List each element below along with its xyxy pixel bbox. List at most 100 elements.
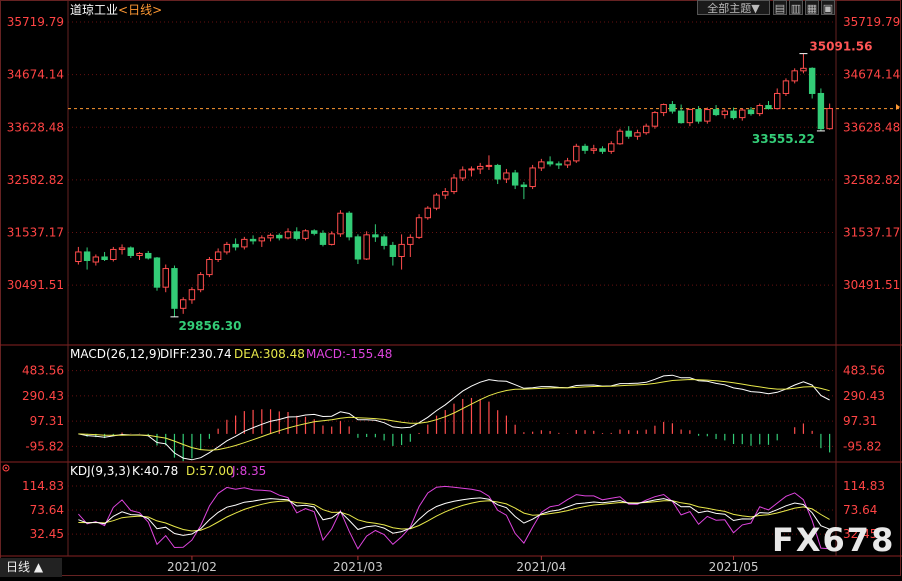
- theme-select-button[interactable]: 全部主题▼: [697, 0, 770, 15]
- kdj-title: KDJ(9,3,3): [70, 464, 131, 478]
- macd-diff-value: DIFF:230.74: [160, 347, 232, 361]
- candle: [197, 274, 204, 291]
- kdj-tick-left: 73.64: [30, 503, 64, 517]
- candle: [791, 70, 798, 82]
- price-tick-right: 35719.79: [843, 15, 900, 29]
- candle: [808, 67, 816, 94]
- candle: [363, 234, 370, 260]
- candle: [590, 148, 597, 151]
- candle: [555, 163, 563, 166]
- candle: [302, 230, 309, 239]
- candle: [817, 92, 825, 130]
- candle: [83, 251, 91, 262]
- candle: [712, 109, 720, 116]
- price-tick-left: 30491.51: [7, 278, 64, 292]
- candle: [747, 109, 755, 115]
- candle: [214, 251, 222, 260]
- candle: [372, 234, 379, 238]
- kdj-tick-left: 114.83: [22, 479, 64, 493]
- price-pointer-icon: [896, 104, 900, 110]
- x-tick-label: 2021/02: [167, 560, 217, 574]
- candle: [284, 231, 292, 239]
- price-tick-right: 31537.17: [843, 225, 900, 239]
- kdj-d-value: D:57.00: [186, 464, 234, 478]
- candle: [75, 251, 82, 263]
- candle: [686, 109, 694, 124]
- candle: [276, 234, 283, 239]
- candle: [695, 109, 702, 122]
- chart-title: 道琼工业<日线>: [70, 1, 162, 18]
- candle: [153, 257, 161, 288]
- candle: [354, 236, 362, 260]
- candle: [538, 161, 545, 169]
- price-tick-left: 35719.79: [7, 15, 64, 29]
- candle: [337, 212, 344, 235]
- candle: [642, 125, 650, 134]
- macd-tick-left: 290.43: [22, 389, 64, 403]
- candle: [293, 231, 300, 239]
- candle: [398, 243, 405, 257]
- candle: [241, 238, 248, 248]
- candle: [319, 232, 327, 245]
- candle: [328, 233, 335, 245]
- layout-icon[interactable]: ▣: [821, 0, 835, 15]
- candle: [529, 167, 536, 188]
- candle: [625, 130, 632, 137]
- price-tick-left: 34674.14: [7, 68, 64, 82]
- candle: [730, 110, 737, 119]
- fullscreen-icon[interactable]: ▦: [805, 0, 819, 15]
- candle: [468, 168, 475, 171]
- kdj-d-line: [78, 500, 830, 532]
- candle: [800, 67, 807, 72]
- candle: [407, 236, 414, 245]
- kdj-tick-right: 73.64: [843, 503, 877, 517]
- candle: [101, 256, 108, 260]
- candle: [826, 108, 833, 130]
- candle: [136, 252, 143, 256]
- candle: [634, 132, 641, 137]
- candle: [110, 248, 117, 260]
- candle: [249, 238, 257, 242]
- candle: [616, 130, 624, 145]
- candle: [442, 191, 449, 196]
- period-label: <日线>: [118, 3, 163, 17]
- zoom-out-icon[interactable]: ▥: [789, 0, 803, 15]
- candle: [782, 80, 790, 94]
- macd-macd-value: MACD:-155.48: [306, 347, 392, 361]
- candle: [581, 145, 589, 151]
- candle: [311, 230, 318, 234]
- candle: [267, 234, 274, 239]
- chart-canvas: 35719.79 35719.79 34674.14 34674.14 33628.48…: [0, 0, 902, 576]
- kdj-tick-right: 114.83: [843, 479, 885, 493]
- high-label: 35091.56: [809, 40, 872, 54]
- candle: [118, 247, 126, 250]
- candle: [171, 268, 178, 309]
- candle: [608, 143, 615, 152]
- kdj-tick-left: 32.45: [30, 527, 64, 541]
- candle: [573, 145, 580, 162]
- zoom-in-icon[interactable]: ▤: [773, 0, 787, 15]
- macd-tick-left: 483.56: [22, 364, 64, 378]
- candle: [380, 236, 388, 246]
- candle: [599, 148, 606, 152]
- recent-low-label: 33555.22: [752, 132, 815, 146]
- macd-dea-value: DEA:308.48: [234, 347, 305, 361]
- candle: [92, 256, 100, 263]
- candle: [127, 247, 134, 256]
- candle: [223, 243, 231, 253]
- low-label: 29856.30: [178, 319, 241, 333]
- macd-tick-left: -95.82: [25, 439, 64, 453]
- candle: [546, 161, 554, 165]
- candle: [494, 164, 501, 180]
- period-tab[interactable]: 日线 ▲: [0, 558, 62, 577]
- macd-tick-left: 97.31: [30, 414, 64, 428]
- macd-tick-right: 97.31: [843, 414, 877, 428]
- candle: [704, 109, 711, 122]
- x-tick-label: 2021/04: [516, 560, 566, 574]
- candle: [476, 165, 484, 170]
- chart-frame: [0, 0, 901, 576]
- candle: [258, 237, 266, 242]
- candle: [162, 268, 169, 288]
- candle: [756, 105, 763, 115]
- price-tick-right: 32582.82: [843, 173, 900, 187]
